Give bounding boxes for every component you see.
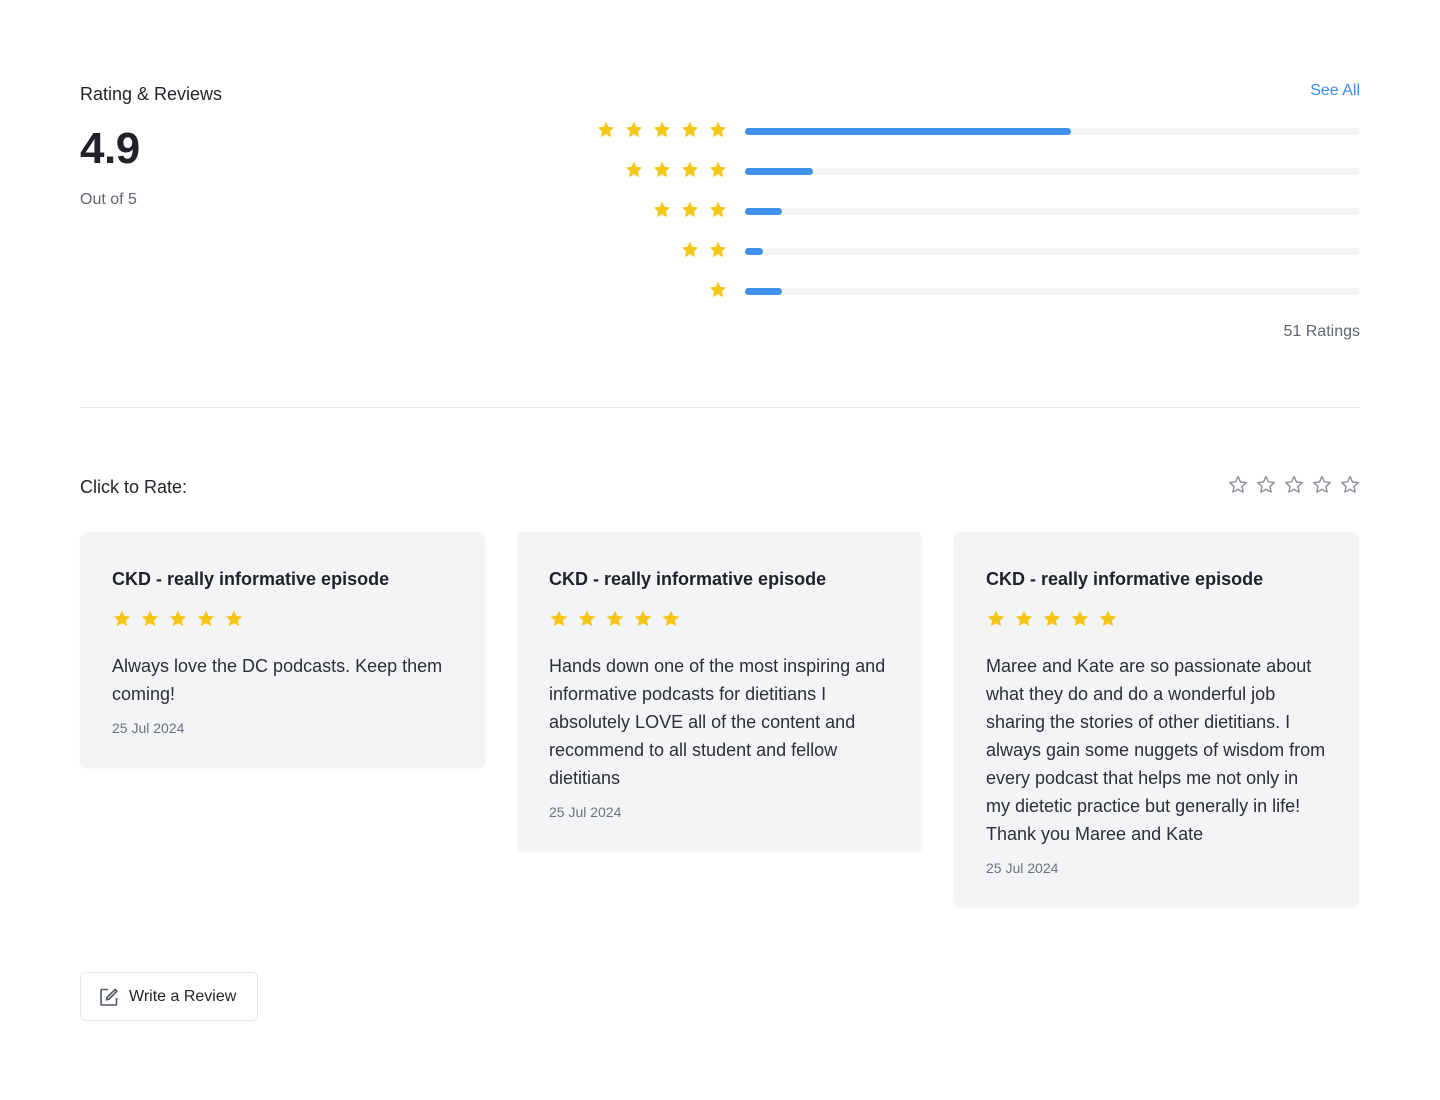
see-all-link[interactable]: See All: [1310, 82, 1360, 100]
histogram-bar-track: [745, 168, 1360, 175]
star-icon: [196, 609, 216, 629]
histogram-stars: [680, 240, 728, 264]
histogram-stars: [596, 120, 728, 144]
star-icon: [168, 609, 188, 629]
star-icon: [708, 200, 728, 220]
star-icon: [1042, 609, 1062, 629]
star-icon: [652, 160, 672, 180]
star-icon: [680, 200, 700, 220]
star-icon: [652, 120, 672, 140]
star-icon: [633, 609, 653, 629]
histogram-stars: [708, 280, 728, 304]
star-icon: [1014, 609, 1034, 629]
review-title: CKD - really informative episode: [549, 569, 827, 589]
histogram-stars: [624, 160, 728, 184]
star-icon: [624, 160, 644, 180]
star-icon: [549, 609, 569, 629]
histogram-row-3: [580, 200, 1360, 224]
star-icon: [224, 609, 244, 629]
histogram-bar-fill: [745, 128, 1071, 135]
histogram-bar-track: [745, 248, 1360, 255]
histogram-bar-track: [745, 128, 1360, 135]
star-icon: [708, 240, 728, 260]
star-icon: [1070, 609, 1090, 629]
star-icon: [661, 609, 681, 629]
review-title: CKD - really informative episode: [986, 569, 1264, 589]
histogram-bar-fill: [745, 288, 782, 295]
star-icon: [140, 609, 160, 629]
star-icon: [680, 120, 700, 140]
star-icon: [680, 240, 700, 260]
review-date: 25 Jul 2024: [112, 720, 185, 736]
write-review-label: Write a Review: [129, 987, 237, 1005]
review-text: Hands down one of the most inspiring and…: [549, 656, 886, 788]
star-icon: [708, 160, 728, 180]
review-card: CKD - really informative episode Hands do…: [517, 532, 922, 852]
star-icon: [112, 609, 132, 629]
star-icon: [577, 609, 597, 629]
histogram-stars: [652, 200, 728, 224]
rate-stars: [1228, 475, 1360, 495]
star-icon: [1098, 609, 1118, 629]
review-card: CKD - really informative episode Maree an…: [954, 532, 1359, 908]
rate-star-icon-5[interactable]: [1340, 475, 1360, 495]
histogram-row-5: [580, 120, 1360, 144]
rate-star-icon-4[interactable]: [1312, 475, 1332, 495]
star-icon: [605, 609, 625, 629]
ratings-count: 51 Ratings: [1283, 323, 1361, 340]
review-stars: [112, 609, 453, 629]
divider: [80, 407, 1360, 408]
edit-icon: [99, 987, 119, 1007]
section-title: Rating & Reviews: [80, 84, 223, 104]
review-text: Always love the DC podcasts. Keep them c…: [112, 656, 443, 704]
average-score: 4.9: [80, 124, 140, 173]
rate-star-icon-2[interactable]: [1256, 475, 1276, 495]
review-card: CKD - really informative episode Always l…: [80, 532, 485, 768]
review-stars: [549, 609, 890, 629]
histogram-bar-fill: [745, 248, 764, 255]
histogram-bar-track: [745, 208, 1360, 215]
star-icon: [708, 280, 728, 300]
write-review-button[interactable]: Write a Review: [80, 972, 258, 1021]
review-text: Maree and Kate are so passionate about w…: [986, 656, 1326, 844]
review-date: 25 Jul 2024: [549, 804, 622, 820]
out-of-label: Out of 5: [80, 191, 137, 208]
star-icon: [652, 200, 672, 220]
star-icon: [986, 609, 1006, 629]
review-stars: [986, 609, 1327, 629]
star-icon: [680, 160, 700, 180]
star-icon: [708, 120, 728, 140]
review-date: 25 Jul 2024: [986, 860, 1059, 876]
click-to-rate-label: Click to Rate:: [80, 477, 188, 497]
histogram-row-2: [580, 240, 1360, 264]
histogram-bar-fill: [745, 168, 813, 175]
review-title: CKD - really informative episode: [112, 569, 390, 589]
histogram-bar-track: [745, 288, 1360, 295]
star-icon: [596, 120, 616, 140]
histogram-bar-fill: [745, 208, 782, 215]
star-icon: [624, 120, 644, 140]
histogram-row-4: [580, 160, 1360, 184]
rate-star-icon-3[interactable]: [1284, 475, 1304, 495]
rate-star-icon-1[interactable]: [1228, 475, 1248, 495]
histogram-row-1: [580, 280, 1360, 304]
